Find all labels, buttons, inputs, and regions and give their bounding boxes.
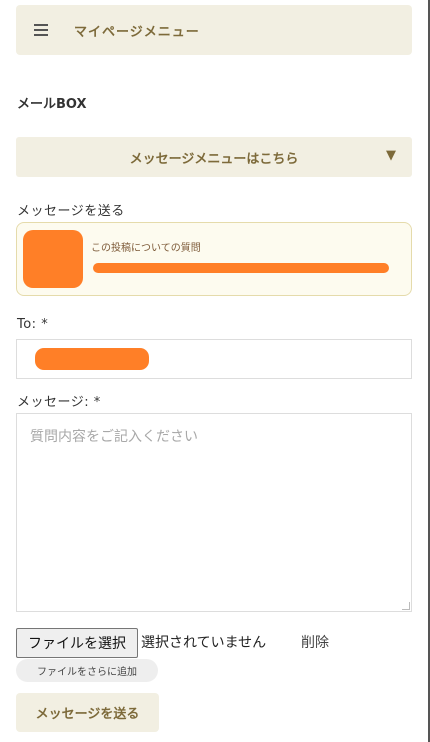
message-label: メッセージ: * — [17, 395, 101, 410]
recipient-field[interactable] — [16, 339, 412, 379]
to-label: To: * — [17, 317, 49, 332]
post-title-redacted — [93, 263, 389, 273]
post-reference-card[interactable]: この投稿についての質問 — [16, 222, 412, 296]
send-message-button[interactable]: メッセージを送る — [16, 693, 159, 732]
post-caption: この投稿についての質問 — [91, 243, 201, 254]
message-textarea[interactable]: 質問内容をご記入ください — [16, 413, 412, 612]
post-thumbnail-redacted — [23, 230, 83, 288]
message-menu-accordion[interactable]: メッセージメニューはこちら ▼ — [16, 137, 412, 177]
add-more-files-button[interactable]: ファイルをさらに追加 — [16, 659, 158, 682]
recipient-name-redacted — [35, 348, 149, 370]
resize-handle-icon[interactable] — [402, 602, 410, 610]
hamburger-menu-icon[interactable] — [34, 24, 48, 36]
delete-file-link[interactable]: 削除 — [301, 632, 329, 652]
mailbox-heading: メールBOX — [17, 97, 87, 112]
file-status-text: 選択されていません — [141, 635, 267, 651]
mypage-menu-bar[interactable]: マイページメニュー — [16, 5, 412, 55]
message-placeholder: 質問内容をご記入ください — [30, 429, 198, 445]
message-menu-label: メッセージメニューはこちら — [129, 151, 299, 167]
send-message-heading: メッセージを送る — [17, 204, 125, 219]
mypage-menu-title: マイページメニュー — [74, 24, 200, 40]
chevron-down-icon: ▼ — [386, 148, 396, 163]
choose-file-button[interactable]: ファイルを選択 — [16, 628, 138, 658]
